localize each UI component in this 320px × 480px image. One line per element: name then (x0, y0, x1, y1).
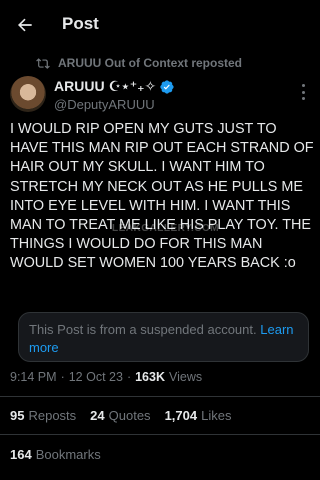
verified-badge-icon (160, 79, 174, 94)
quotes-label: Quotes (108, 408, 151, 423)
more-dot-icon (301, 97, 305, 100)
quotes-stat[interactable]: 24 Quotes (90, 408, 150, 423)
arrow-left-icon (18, 18, 32, 32)
quotes-count: 24 (90, 408, 105, 423)
meta-separator: · (126, 370, 132, 384)
bookmarks-stat[interactable]: 164 Bookmarks (10, 447, 101, 462)
more-dot-icon (301, 84, 305, 87)
bookmarks-label: Bookmarks (35, 447, 101, 462)
author-name[interactable]: ARUUU ☪︎⋆⁺₊✧ (54, 78, 156, 95)
avatar[interactable] (10, 76, 46, 112)
more-dot-icon (301, 90, 305, 94)
post-time[interactable]: 9:14 PM (10, 370, 57, 384)
suspended-text: This Post is from a suspended account. (29, 322, 257, 337)
views-count: 163K (135, 370, 165, 384)
watermark: LEAKGALLERY.COM (112, 223, 220, 234)
repost-context[interactable]: ARUUU Out of Context reposted (36, 56, 242, 70)
reposts-stat[interactable]: 95 Reposts (10, 408, 76, 423)
views-label: Views (169, 370, 203, 384)
suspended-notice: This Post is from a suspended account. L… (18, 312, 309, 362)
post-date[interactable]: 12 Oct 23 (69, 370, 123, 384)
reposts-count: 95 (10, 408, 25, 423)
repost-icon (36, 56, 50, 70)
divider (0, 396, 320, 397)
divider (0, 434, 320, 435)
more-options-button[interactable] (298, 84, 308, 100)
back-button[interactable] (10, 10, 40, 40)
page-title: Post (62, 14, 99, 33)
meta-separator: · (60, 370, 65, 384)
likes-count: 1,704 (164, 408, 198, 423)
reposts-label: Reposts (28, 408, 77, 423)
repost-label: ARUUU Out of Context reposted (58, 56, 242, 70)
post-page: Post ARUUU Out of Context reposted ARUUU… (0, 0, 320, 480)
bookmarks-count: 164 (10, 447, 32, 462)
engagement-stats: 95 Reposts 24 Quotes 1,704 Likes (10, 408, 231, 423)
author-info: ARUUU ☪︎⋆⁺₊✧ @DeputyARUUU (54, 78, 174, 112)
post-text: I WOULD RIP OPEN MY GUTS JUST TO HAVE TH… (10, 121, 314, 272)
top-bar: Post (0, 0, 320, 52)
author-handle[interactable]: @DeputyARUUU (54, 97, 174, 112)
likes-stat[interactable]: 1,704 Likes (165, 408, 232, 423)
likes-label: Likes (201, 408, 232, 423)
post-meta: 9:14 PM · 12 Oct 23 · 163K Views (10, 370, 202, 384)
